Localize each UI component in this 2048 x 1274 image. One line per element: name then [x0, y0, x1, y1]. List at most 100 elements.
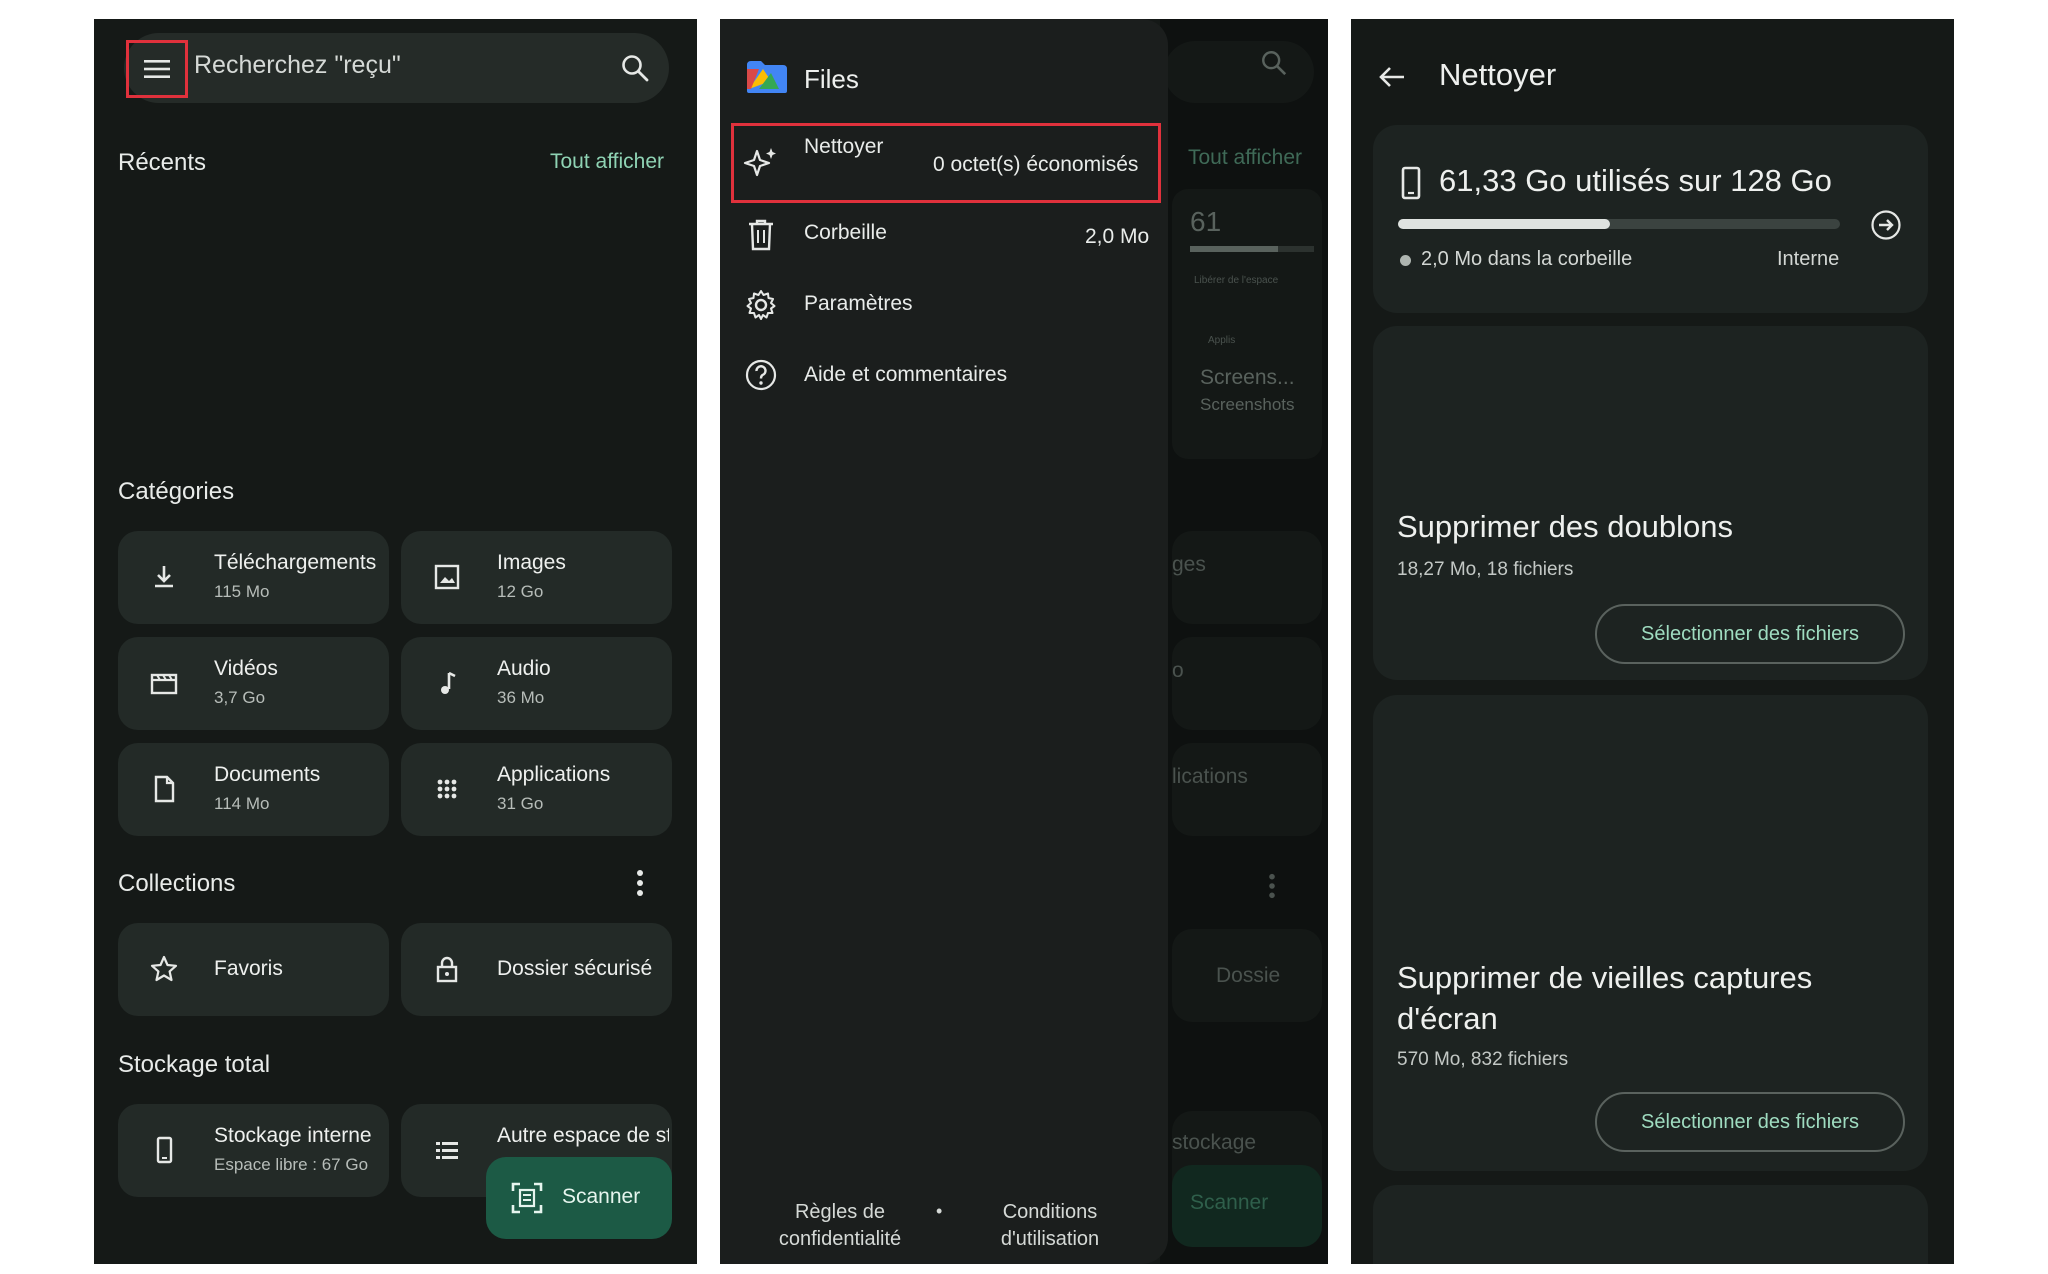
bg-scanner-label: Scanner — [1190, 1191, 1269, 1214]
tile-label: Applications — [497, 763, 611, 786]
storage-progress-bar — [1398, 219, 1840, 229]
card-subtitle: 18,27 Mo, 18 fichiers — [1397, 559, 1574, 580]
duplicates-card: Supprimer des doublons 18,27 Mo, 18 fich… — [1373, 326, 1928, 680]
bg-apps-label: Applis — [1208, 335, 1236, 346]
tile-size: 115 Mo — [214, 582, 270, 601]
navigation-drawer-screen: Tout afficher 61 Libérer de l'espace App… — [720, 19, 1328, 1264]
bg-tile — [1172, 743, 1322, 836]
files-home-screen: Recherchez "reçu" Récents Tout afficher … — [94, 19, 697, 1264]
trash-size: 2,0 Mo dans la corbeille — [1421, 248, 1633, 270]
tile-label: Téléchargements — [214, 551, 377, 574]
scanner-fab-label: Scanner — [562, 1185, 641, 1208]
tile-size: 12 Go — [497, 582, 544, 601]
collection-favorites[interactable]: Favoris — [118, 923, 389, 1016]
files-app-logo — [745, 59, 789, 95]
hamburger-menu-icon — [143, 58, 171, 80]
select-files-button[interactable]: Sélectionner des fichiers — [1595, 604, 1905, 664]
search-input[interactable]: Recherchez "reçu" — [194, 51, 401, 80]
document-scanner-icon — [510, 1181, 544, 1215]
storage-location: Interne — [1777, 248, 1840, 270]
footer-separator: • — [936, 1201, 943, 1221]
settings-label: Paramètres — [804, 292, 913, 315]
bg-see-all: Tout afficher — [1188, 146, 1303, 169]
bg-tile — [1172, 637, 1322, 730]
apps-grid-icon — [431, 773, 463, 805]
tile-label: Autre espace de stockage — [497, 1124, 669, 1147]
bg-more-icon — [1268, 873, 1276, 899]
collection-secure-folder[interactable]: Dossier sécurisé — [401, 923, 672, 1016]
tile-size: 3,7 Go — [214, 688, 266, 707]
bg-free-space: Libérer de l'espace — [1194, 275, 1279, 286]
help-label: Aide et commentaires — [804, 363, 1008, 386]
drawer-app-title: Files — [804, 64, 859, 94]
collections-title: Collections — [118, 870, 236, 897]
drawer-item-settings[interactable] — [734, 285, 1158, 345]
phone-icon — [1398, 166, 1424, 200]
bg-images-fragment: ges — [1172, 553, 1206, 576]
menu-button[interactable] — [126, 40, 188, 98]
tile-sub: Espace libre : 67 Go — [214, 1155, 369, 1174]
storage-list-icon — [431, 1134, 463, 1166]
bg-progress — [1190, 246, 1314, 252]
video-icon — [148, 667, 180, 699]
tile-label: Dossier sécurisé — [497, 957, 653, 980]
card-subtitle: 570 Mo, 832 fichiers — [1397, 1049, 1569, 1070]
more-vert-icon[interactable] — [636, 869, 644, 897]
category-applications[interactable]: Applications 31 Go — [401, 743, 672, 836]
tile-size: 31 Go — [497, 794, 544, 813]
tile-label: Stockage interne — [214, 1124, 372, 1147]
see-all-link[interactable]: Tout afficher — [550, 150, 664, 174]
old-screenshots-card: Supprimer de vieilles captures d'écran 5… — [1373, 695, 1928, 1171]
tile-size: 36 Mo — [497, 688, 545, 707]
bg-search-icon — [1260, 49, 1288, 77]
bg-tile — [1172, 531, 1322, 624]
terms-link[interactable]: Conditions d'utilisation — [970, 1199, 1130, 1253]
bg-apps-fragment: lications — [1172, 765, 1248, 788]
next-card-partial — [1373, 1185, 1928, 1264]
category-downloads[interactable]: Téléchargements 115 Mo — [118, 531, 389, 624]
search-icon[interactable] — [620, 53, 650, 83]
recents-title: Récents — [118, 149, 207, 176]
trash-dot — [1400, 255, 1411, 266]
image-icon — [431, 561, 463, 593]
category-documents[interactable]: Documents 114 Mo — [118, 743, 389, 836]
sparkle-icon — [743, 145, 779, 181]
drawer — [720, 19, 1168, 1264]
select-files-button[interactable]: Sélectionner des fichiers — [1595, 1092, 1905, 1152]
bg-secure-fragment: Dossie — [1216, 964, 1281, 987]
storage-headline: 61,33 Go utilisés sur 128 Go — [1439, 163, 1832, 198]
card-title: Supprimer de vieilles captures d'écran — [1397, 960, 1813, 1036]
bg-audio-fragment: o — [1172, 659, 1184, 682]
trash-label: Corbeille — [804, 221, 887, 244]
storage-progress-fill — [1398, 219, 1610, 229]
storage-internal[interactable]: Stockage interne Espace libre : 67 Go — [118, 1104, 389, 1197]
download-icon — [148, 561, 180, 593]
star-icon — [148, 953, 180, 985]
tile-label: Favoris — [214, 957, 283, 980]
trash-icon — [745, 218, 777, 252]
clean-label: Nettoyer — [804, 135, 884, 158]
total-storage-title: Stockage total — [118, 1051, 271, 1078]
bg-search-bar — [1164, 41, 1314, 103]
bg-screens: Screens... — [1200, 366, 1295, 389]
page-title: Nettoyer — [1439, 57, 1557, 92]
music-note-icon — [431, 667, 463, 699]
scanner-fab[interactable]: Scanner — [486, 1157, 672, 1239]
bg-storage-fragment: stockage — [1172, 1131, 1257, 1154]
clean-value: 0 octet(s) économisés — [933, 153, 1139, 176]
trash-value: 2,0 Mo — [1085, 225, 1150, 248]
bg-screenshots: Screenshots — [1200, 395, 1295, 414]
category-videos[interactable]: Vidéos 3,7 Go — [118, 637, 389, 730]
tile-label: Images — [497, 551, 566, 574]
gear-icon — [744, 288, 778, 322]
arrow-circle-right-icon[interactable] — [1870, 209, 1902, 241]
privacy-link[interactable]: Règles de confidentialité — [760, 1199, 920, 1253]
tile-label: Documents — [214, 763, 321, 786]
category-audio[interactable]: Audio 36 Mo — [401, 637, 672, 730]
category-images[interactable]: Images 12 Go — [401, 531, 672, 624]
document-icon — [148, 773, 180, 805]
phone-icon — [148, 1134, 180, 1166]
back-arrow-icon[interactable] — [1377, 64, 1407, 90]
lock-icon — [431, 953, 463, 985]
tile-label: Audio — [497, 657, 551, 680]
